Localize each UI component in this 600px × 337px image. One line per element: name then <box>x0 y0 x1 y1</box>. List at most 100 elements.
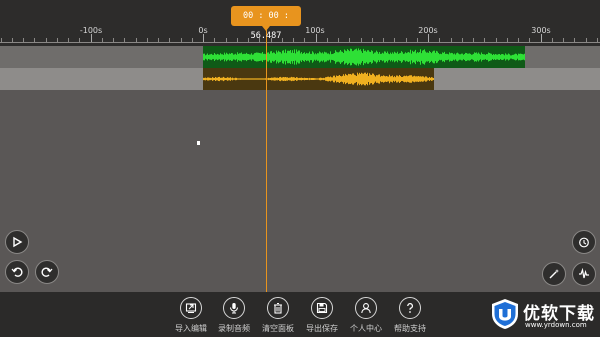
ruler-tick <box>451 38 452 42</box>
ruler-tick <box>192 38 193 42</box>
magic-icon <box>548 265 560 284</box>
ruler-tick <box>597 38 598 42</box>
ruler-tick <box>428 34 429 42</box>
ruler-tick <box>237 38 238 42</box>
ruler-tick <box>147 38 148 42</box>
ruler-tick <box>79 38 80 42</box>
tick-label: 300s <box>531 26 551 35</box>
redo-button[interactable] <box>35 260 59 284</box>
trash-icon <box>267 297 289 319</box>
tick-label: 200s <box>418 26 438 35</box>
timer-icon <box>578 233 590 252</box>
play-icon <box>11 233 23 252</box>
ruler-tick <box>68 38 69 42</box>
ruler-tick <box>417 38 418 42</box>
ruler-tick <box>1 38 2 42</box>
ruler-tick <box>158 38 159 42</box>
ruler-tick <box>91 34 92 42</box>
toolbar-label: 导出保存 <box>306 324 338 333</box>
audio-track-2[interactable] <box>0 68 600 90</box>
waveform-icon <box>578 265 590 284</box>
ruler-tick <box>552 38 553 42</box>
record-audio-button[interactable]: 录制音频 <box>212 297 256 334</box>
ruler-tick <box>113 38 114 42</box>
toolbar-label: 个人中心 <box>350 324 382 333</box>
ruler-tick <box>383 38 384 42</box>
help-support-button[interactable]: 帮助支持 <box>388 297 432 334</box>
ruler-tick <box>361 38 362 42</box>
waveform-button[interactable] <box>572 262 596 286</box>
ruler-tick <box>496 38 497 42</box>
ruler-tick <box>102 38 103 42</box>
ruler-tick <box>529 38 530 42</box>
waveform-yellow <box>203 72 434 86</box>
playhead[interactable] <box>266 26 267 292</box>
ruler-tick <box>327 38 328 42</box>
undo-icon <box>11 263 23 282</box>
tick-label: 100s <box>305 26 325 35</box>
ruler-tick <box>181 38 182 42</box>
play-button[interactable] <box>5 230 29 254</box>
tick-label: 0s <box>198 26 208 35</box>
ruler-tick <box>293 38 294 42</box>
clear-panel-button[interactable]: 清空面板 <box>256 297 300 334</box>
ruler-tick <box>57 38 58 42</box>
help-icon <box>399 297 421 319</box>
save-icon <box>311 297 333 319</box>
personal-center-button[interactable]: 个人中心 <box>344 297 388 334</box>
ruler-tick <box>248 38 249 42</box>
ruler-tick <box>462 38 463 42</box>
ruler-tick <box>316 34 317 42</box>
current-time-badge: 00 : 00 : 56.487 <box>231 6 301 41</box>
ruler-tick <box>541 34 542 42</box>
ruler-tick <box>226 38 227 42</box>
ruler-tick <box>563 38 564 42</box>
magic-button[interactable] <box>542 262 566 286</box>
watermark-logo: 优软下载 www.yrdown.com <box>490 296 598 334</box>
ruler-tick <box>304 38 305 42</box>
toolbar-label: 导入编辑 <box>175 324 207 333</box>
toolbar-label: 帮助支持 <box>394 324 426 333</box>
ruler-tick <box>136 38 137 42</box>
ruler-tick <box>507 38 508 42</box>
ruler-tick <box>518 38 519 42</box>
ruler-tick <box>586 38 587 42</box>
ruler-baseline <box>0 42 600 43</box>
ruler-tick <box>34 38 35 42</box>
ruler-tick <box>203 34 204 42</box>
tick-label: -100s <box>79 26 103 35</box>
user-icon <box>355 297 377 319</box>
waveform-green <box>203 48 525 66</box>
timer-button[interactable] <box>572 230 596 254</box>
toolbar-label: 录制音频 <box>218 324 250 333</box>
import-icon <box>180 297 202 319</box>
ruler-tick <box>349 38 350 42</box>
ruler-tick <box>12 38 13 42</box>
audio-track-1[interactable] <box>0 46 600 68</box>
ruler-tick <box>23 38 24 42</box>
import-edit-button[interactable]: 导入编辑 <box>169 297 213 334</box>
ruler-tick <box>124 38 125 42</box>
ruler-tick <box>484 38 485 42</box>
microphone-icon <box>223 297 245 319</box>
ruler-tick <box>473 38 474 42</box>
redo-icon <box>41 263 53 282</box>
audio-clip-green[interactable] <box>203 46 525 68</box>
ruler-tick <box>574 38 575 42</box>
export-save-button[interactable]: 导出保存 <box>300 297 344 334</box>
ruler-tick <box>394 38 395 42</box>
ruler-tick <box>46 38 47 42</box>
shield-logo-icon <box>492 299 518 329</box>
toolbar-label: 清空面板 <box>262 324 294 333</box>
ruler-tick <box>439 38 440 42</box>
mouse-cursor <box>197 141 200 145</box>
ruler-tick <box>282 38 283 42</box>
ruler-tick <box>406 38 407 42</box>
audio-clip-yellow[interactable] <box>203 68 434 90</box>
ruler-tick <box>169 38 170 42</box>
ruler-tick <box>214 38 215 42</box>
ruler-tick <box>338 38 339 42</box>
ruler-tick <box>372 38 373 42</box>
undo-button[interactable] <box>5 260 29 284</box>
watermark-url: www.yrdown.com <box>525 321 587 329</box>
